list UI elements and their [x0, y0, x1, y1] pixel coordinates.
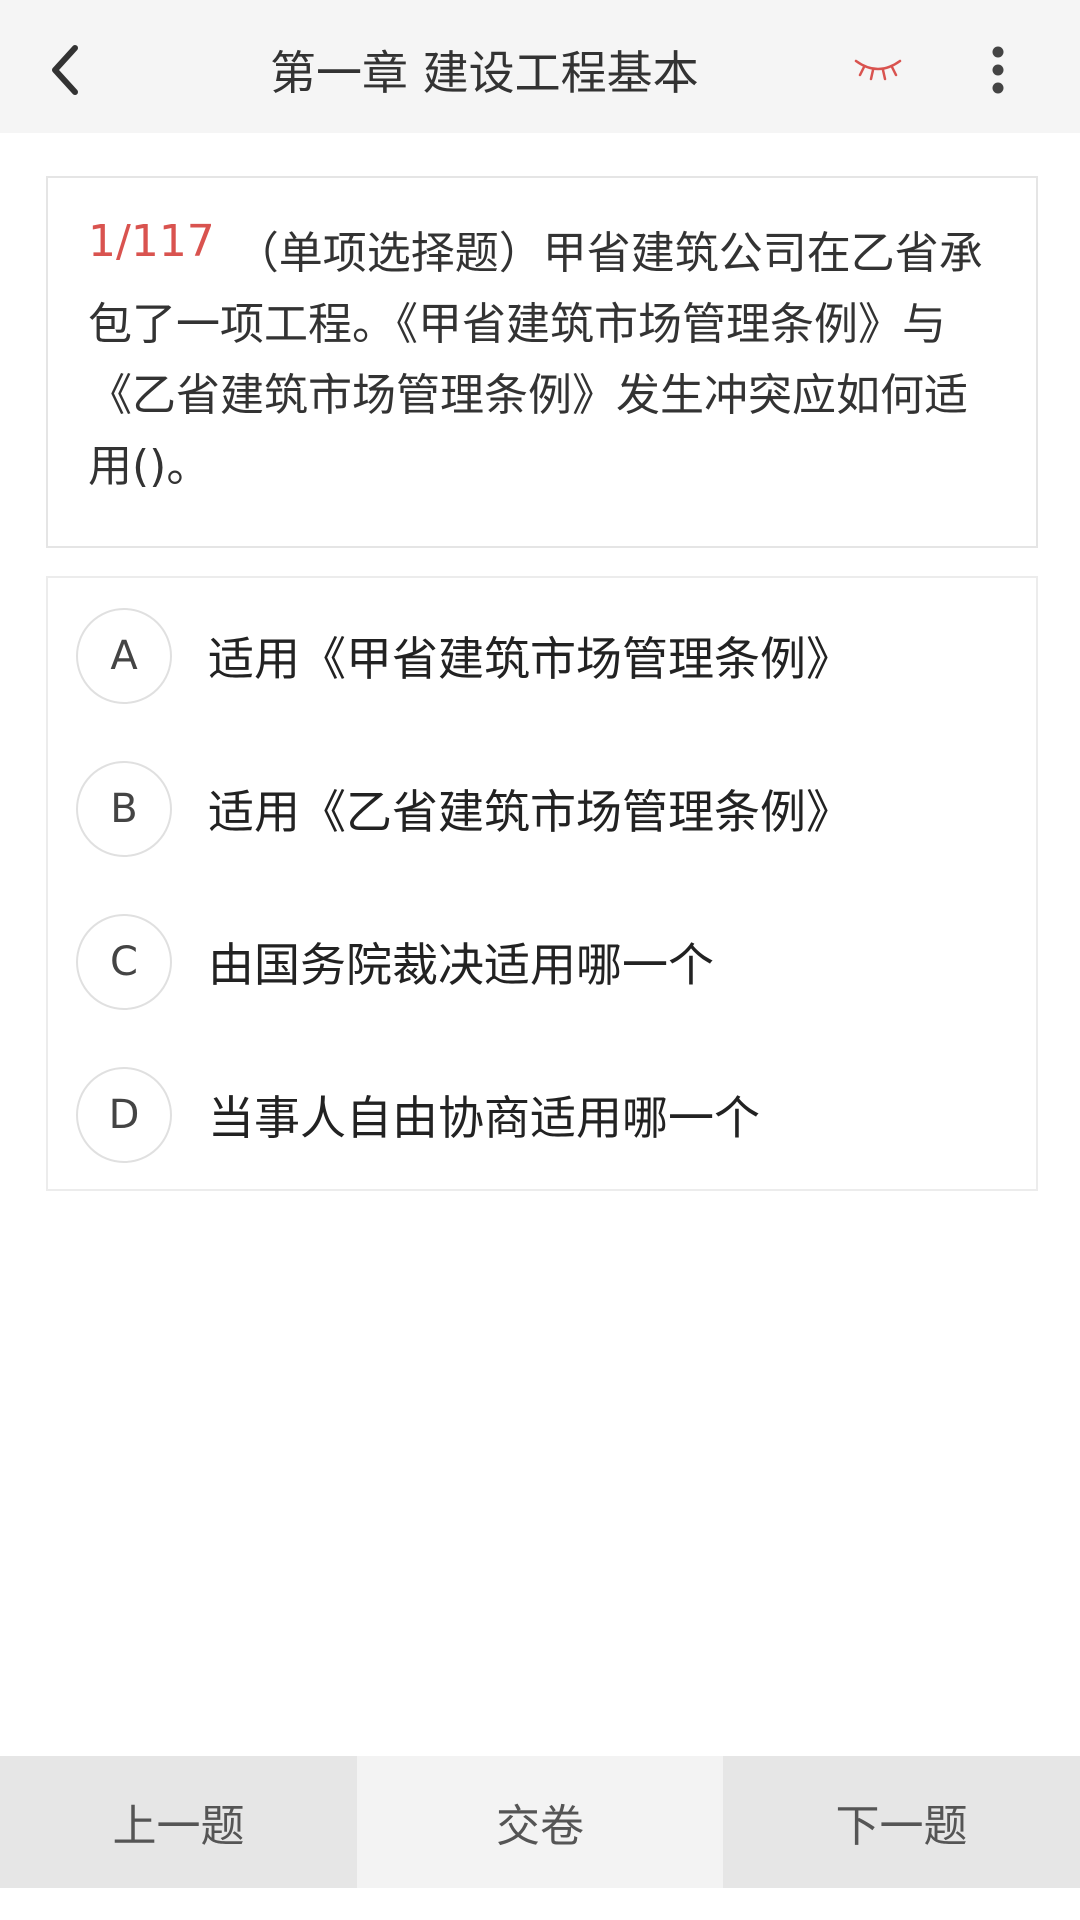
- option-b[interactable]: B 适用《乙省建筑市场管理条例》: [48, 749, 1036, 869]
- app-root: 第一章 建设工程基本 1/117 （单项选择题）甲省建筑公司在乙省承包了一项工程。…: [0, 0, 1080, 1920]
- question-text-block: 1/117 （单项选择题）甲省建筑公司在乙省承包了一项工程。《甲省建筑市场管理条例…: [88, 216, 998, 502]
- option-b-letter: B: [76, 761, 172, 857]
- question-index: 1/117: [88, 216, 215, 267]
- more-options-button[interactable]: [970, 40, 1026, 100]
- option-a-text: 适用《甲省建筑市场管理条例》: [208, 632, 852, 686]
- option-d[interactable]: D 当事人自由协商适用哪一个: [48, 1055, 1036, 1175]
- page-title: 第一章 建设工程基本: [270, 46, 699, 100]
- question-stem: （单项选择题）甲省建筑公司在乙省承包了一项工程。《甲省建筑市场管理条例》与《乙省…: [88, 228, 983, 492]
- bottom-bar: 上一题 交卷 下一题: [0, 1756, 1080, 1888]
- next-question-button[interactable]: 下一题: [723, 1756, 1080, 1888]
- option-c[interactable]: C 由国务院裁决适用哪一个: [48, 902, 1036, 1022]
- back-button[interactable]: [30, 30, 100, 110]
- option-c-letter: C: [76, 914, 172, 1010]
- option-d-letter: D: [76, 1067, 172, 1163]
- previous-question-button[interactable]: 上一题: [0, 1756, 357, 1888]
- option-a[interactable]: A 适用《甲省建筑市场管理条例》: [48, 596, 1036, 716]
- chevron-left-icon: [52, 45, 78, 95]
- submit-exam-button[interactable]: 交卷: [357, 1756, 723, 1888]
- top-bar: 第一章 建设工程基本: [0, 0, 1080, 133]
- vertical-dots-icon: [992, 46, 1004, 94]
- closed-eye-icon: [854, 59, 902, 81]
- option-a-letter: A: [76, 608, 172, 704]
- option-d-text: 当事人自由协商适用哪一个: [208, 1091, 760, 1145]
- option-b-text: 适用《乙省建筑市场管理条例》: [208, 785, 852, 839]
- question-card: 1/117 （单项选择题）甲省建筑公司在乙省承包了一项工程。《甲省建筑市场管理条例…: [46, 176, 1038, 548]
- option-c-text: 由国务院裁决适用哪一个: [208, 938, 714, 992]
- options-card: A 适用《甲省建筑市场管理条例》 B 适用《乙省建筑市场管理条例》 C 由国务院…: [46, 576, 1038, 1191]
- toggle-answer-visibility-button[interactable]: [848, 48, 908, 88]
